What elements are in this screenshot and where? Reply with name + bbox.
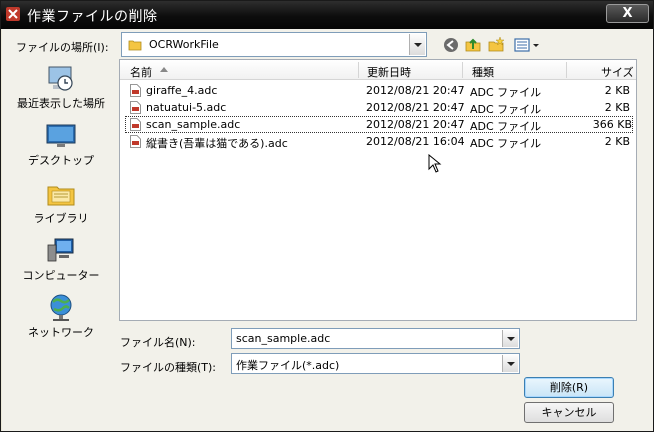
filetype-dropdown-button[interactable] [502,355,518,372]
look-in-value: OCRWorkFile [149,38,219,51]
chevron-down-icon [413,42,422,47]
close-button[interactable]: X [606,4,649,23]
column-header-name[interactable]: 名前 [130,64,152,80]
mouse-cursor-icon [428,154,442,173]
file-date: 2012/08/21 20:47 [366,84,465,97]
place-label: ネットワーク [28,326,94,339]
column-header-size[interactable]: サイズ [601,64,634,80]
look-in-dropdown-button[interactable] [409,34,425,55]
file-list[interactable]: 名前 更新日時 種類 サイズ giraffe_4.adc 2012/08/21 … [119,59,637,321]
folder-icon [128,40,142,51]
file-date: 2012/08/21 20:47 [366,118,465,131]
look-in-combo[interactable]: OCRWorkFile [121,32,427,57]
file-icon [130,118,141,131]
column-divider[interactable] [358,62,359,78]
delete-icon [6,7,20,21]
file-icon [130,135,141,148]
file-name: natuatui-5.adc [146,101,227,114]
filetype-label: ファイルの種類(T): [120,361,217,374]
desktop-icon [46,124,76,147]
file-row-selected[interactable]: scan_sample.adc 2012/08/21 20:47 ADC ファイ… [125,116,633,133]
column-divider[interactable] [462,62,463,78]
computer-icon [47,238,74,262]
network-icon [50,294,72,321]
back-icon[interactable] [442,36,460,54]
filename-label: ファイル名(N): [120,336,196,349]
libraries-icon [47,186,75,206]
place-label: ライブラリ [33,212,89,225]
dialog-window: 作業ファイルの削除 X ファイルの場所(I): OCRWorkFile 最近表示… [0,0,654,432]
file-row[interactable]: 縦書き(吾輩は猫である).adc 2012/08/21 16:04 ADC ファ… [120,133,636,150]
up-folder-icon[interactable] [464,36,482,54]
new-folder-icon[interactable] [487,36,505,54]
filetype-value: 作業ファイル(*.adc) [236,359,340,372]
file-date: 2012/08/21 16:04 [366,135,465,148]
chevron-down-icon [506,361,515,366]
place-network[interactable]: ネットワーク [6,286,116,342]
delete-button[interactable]: 削除(R) [524,377,614,398]
place-label: デスクトップ [28,154,94,167]
file-row[interactable]: natuatui-5.adc 2012/08/21 20:47 ADC ファイル… [120,99,636,116]
place-label: 最近表示した場所 [17,97,105,110]
file-type: ADC ファイル [470,137,542,150]
file-name: giraffe_4.adc [146,84,218,97]
view-menu-icon[interactable] [513,36,541,54]
places-bar: 最近表示した場所 デスクトップ ライブラリ コンピューター ネットワーク [6,57,116,339]
column-header-type[interactable]: 種類 [472,64,494,80]
file-size: 2 KB [604,135,630,148]
dialog-body: ファイルの場所(I): OCRWorkFile 最近表示した場所 デスクトップ … [2,29,653,431]
file-type: ADC ファイル [470,86,542,99]
file-date: 2012/08/21 20:47 [366,101,465,114]
column-header-date[interactable]: 更新日時 [367,64,411,80]
file-name: scan_sample.adc [146,118,241,131]
place-label: コンピューター [22,269,100,282]
filename-value: scan_sample.adc [236,332,331,345]
file-size: 2 KB [604,84,630,97]
cancel-button[interactable]: キャンセル [524,402,614,423]
file-type: ADC ファイル [470,103,542,116]
window-title: 作業ファイルの削除 [27,9,158,25]
file-size: 366 KB [592,118,632,131]
file-icon [130,84,141,97]
column-divider[interactable] [566,62,567,78]
filename-dropdown-button[interactable] [502,330,518,347]
place-recent[interactable]: 最近表示した場所 [6,57,116,113]
place-desktop[interactable]: デスクトップ [6,114,116,170]
filetype-select[interactable]: 作業ファイル(*.adc) [231,353,520,374]
filename-input[interactable]: scan_sample.adc [231,328,520,349]
file-row[interactable]: giraffe_4.adc 2012/08/21 20:47 ADC ファイル … [120,82,636,99]
file-icon [130,101,141,114]
file-type: ADC ファイル [470,120,542,133]
chevron-down-icon [506,336,515,341]
title-bar[interactable]: 作業ファイルの削除 X [1,1,653,29]
look-in-label: ファイルの場所(I): [16,41,109,54]
place-computer[interactable]: コンピューター [6,229,116,285]
place-libraries[interactable]: ライブラリ [6,172,116,228]
column-header-bar: 名前 更新日時 種類 サイズ [120,60,636,80]
sort-ascending-icon [160,67,168,72]
file-size: 2 KB [604,101,630,114]
recent-places-icon [48,66,73,91]
file-name: 縦書き(吾輩は猫である).adc [146,137,288,150]
